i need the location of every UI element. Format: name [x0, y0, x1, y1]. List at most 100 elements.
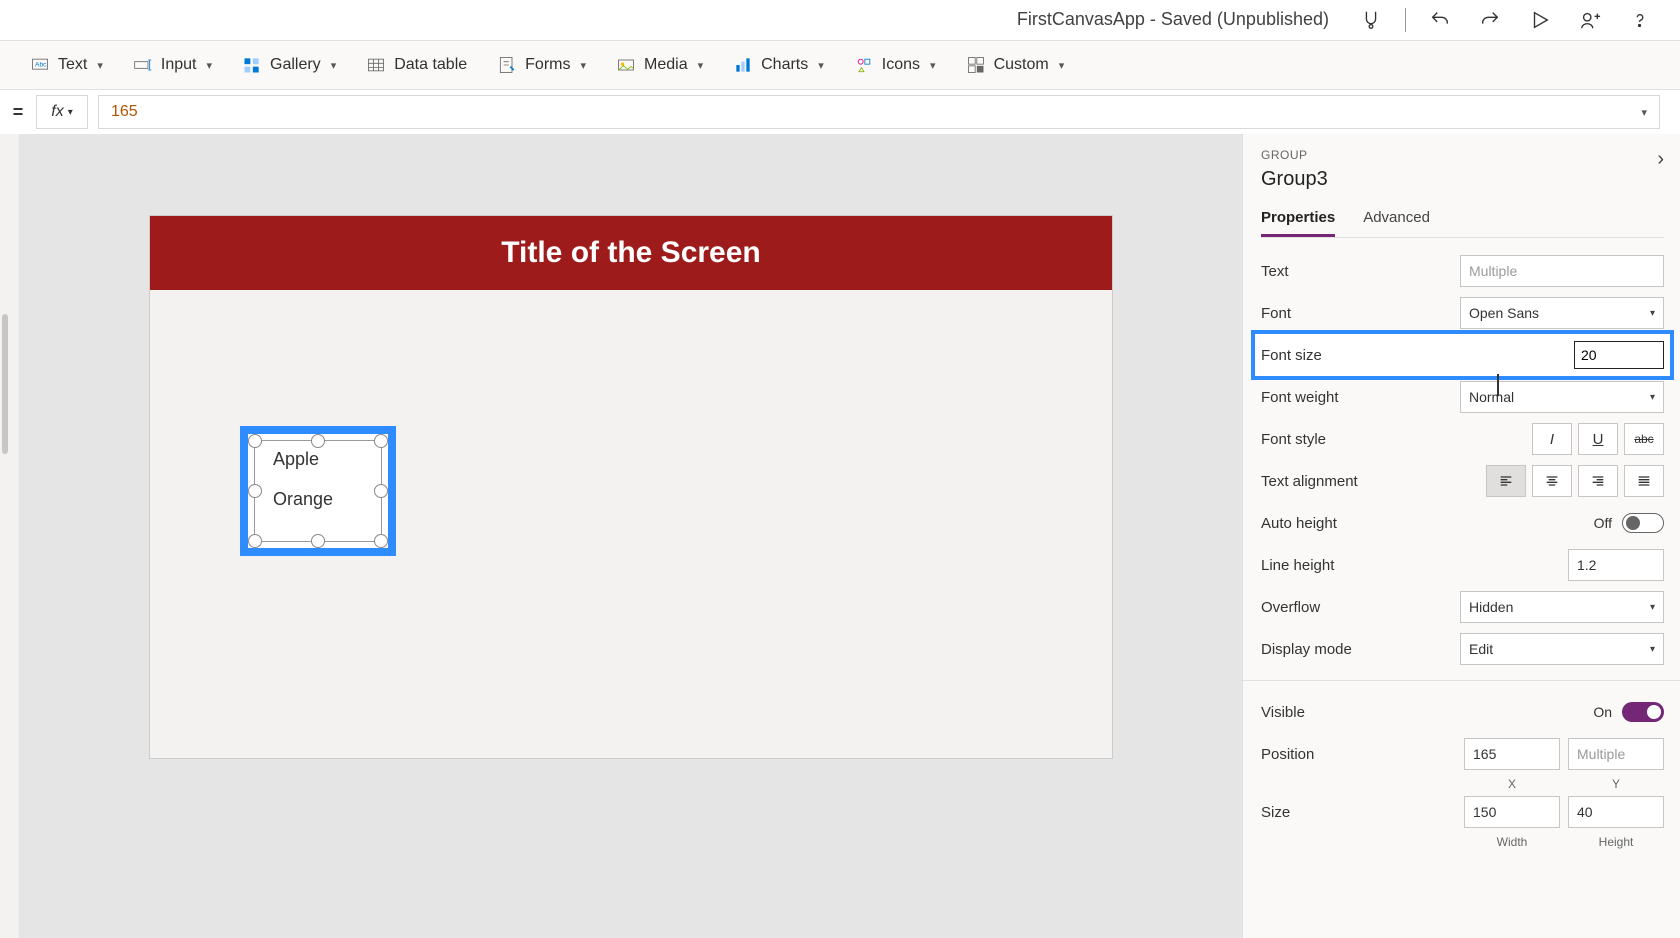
ribbon-forms[interactable]: Forms ▾ — [497, 55, 586, 75]
prop-row-position: Position 165 Multiple — [1261, 733, 1664, 775]
chevron-down-icon: ▾ — [97, 59, 103, 72]
resize-handle-ml[interactable] — [248, 484, 262, 498]
size-height-caption: Height — [1568, 835, 1664, 849]
chevron-down-icon: ▾ — [1650, 308, 1655, 319]
prop-label-size: Size — [1261, 804, 1290, 821]
ribbon-icons-label: Icons — [882, 56, 920, 74]
resize-handle-bc[interactable] — [311, 534, 325, 548]
tab-advanced[interactable]: Advanced — [1363, 209, 1430, 237]
ribbon-media[interactable]: Media ▾ — [616, 55, 703, 75]
icons-icon — [854, 55, 874, 75]
ribbon-input[interactable]: Input ▾ — [133, 55, 212, 75]
font-style-italic-button[interactable]: I — [1532, 423, 1572, 455]
properties-panel: GROUP Group3 › Properties Advanced Text … — [1242, 134, 1680, 938]
media-icon — [616, 55, 636, 75]
ribbon-gallery-label: Gallery — [270, 56, 321, 74]
font-style-strike-button[interactable]: abc — [1624, 423, 1664, 455]
ribbon-gallery[interactable]: Gallery ▾ — [242, 55, 336, 75]
visible-toggle[interactable] — [1622, 702, 1664, 722]
fx-property-selector[interactable]: fx ▾ — [36, 95, 88, 129]
chevron-down-icon: ▾ — [206, 59, 212, 72]
prop-row-overflow: Overflow Hidden ▾ — [1261, 586, 1664, 628]
prop-row-font-size: Font size — [1255, 334, 1670, 376]
separator — [1405, 8, 1406, 32]
selected-group[interactable]: Apple Orange — [240, 426, 396, 556]
panel-type-label: GROUP — [1261, 148, 1328, 162]
panel-object-name: Group3 — [1261, 168, 1328, 191]
chevron-down-icon: ▾ — [930, 59, 936, 72]
gallery-icon — [242, 55, 262, 75]
prop-label-font: Font — [1261, 305, 1291, 322]
share-icon[interactable] — [1574, 4, 1606, 36]
title-bar: FirstCanvasApp - Saved (Unpublished) — [0, 0, 1680, 40]
resize-handle-tc[interactable] — [311, 434, 325, 448]
auto-height-toggle[interactable] — [1622, 513, 1664, 533]
redo-icon[interactable] — [1474, 4, 1506, 36]
ribbon-text[interactable]: Abc Text ▾ — [30, 55, 103, 75]
position-x-input[interactable]: 165 — [1464, 738, 1560, 770]
font-style-underline-button[interactable]: U — [1578, 423, 1618, 455]
screen-title-label[interactable]: Title of the Screen — [150, 216, 1112, 290]
prop-label-position: Position — [1261, 746, 1314, 763]
selection-box: Apple Orange — [254, 440, 382, 542]
left-gutter[interactable] — [0, 134, 20, 938]
size-height-input[interactable]: 40 — [1568, 796, 1664, 828]
prop-label-text: Text — [1261, 263, 1289, 280]
ribbon-custom[interactable]: Custom ▾ — [966, 55, 1065, 75]
prop-label-text-align: Text alignment — [1261, 473, 1358, 490]
display-mode-select[interactable]: Edit ▾ — [1460, 633, 1664, 665]
resize-handle-tr[interactable] — [374, 434, 388, 448]
formula-input[interactable]: 165 ▾ — [98, 95, 1660, 129]
ribbon-charts-label: Charts — [761, 56, 808, 74]
prop-row-visible: Visible On — [1261, 691, 1664, 733]
ribbon-charts[interactable]: Charts ▾ — [733, 55, 824, 75]
align-justify-button[interactable] — [1624, 465, 1664, 497]
panel-header: GROUP Group3 › — [1261, 148, 1664, 191]
canvas-screen[interactable]: Title of the Screen Apple Orange — [150, 216, 1112, 758]
chevron-down-icon: ▾ — [68, 107, 73, 118]
resize-handle-br[interactable] — [374, 534, 388, 548]
undo-icon[interactable] — [1424, 4, 1456, 36]
prop-row-size: Size 150 40 — [1261, 791, 1664, 833]
play-preview-icon[interactable] — [1524, 4, 1556, 36]
panel-collapse-icon[interactable]: › — [1657, 148, 1664, 171]
display-mode-value: Edit — [1469, 641, 1493, 657]
app-checker-icon[interactable] — [1355, 4, 1387, 36]
panel-tabs: Properties Advanced — [1261, 209, 1664, 238]
data-table-icon — [366, 55, 386, 75]
chevron-down-icon: ▾ — [580, 59, 586, 72]
canvas-label-orange[interactable]: Orange — [273, 489, 333, 510]
help-icon[interactable] — [1624, 4, 1656, 36]
position-y-input[interactable]: Multiple — [1568, 738, 1664, 770]
ribbon-icons[interactable]: Icons ▾ — [854, 55, 936, 75]
font-weight-value: Normal — [1469, 389, 1514, 405]
prop-label-font-weight: Font weight — [1261, 389, 1339, 406]
chevron-down-icon: ▾ — [698, 59, 704, 72]
canvas-label-apple[interactable]: Apple — [273, 449, 319, 470]
font-weight-select[interactable]: Normal ▾ — [1460, 381, 1664, 413]
tab-properties[interactable]: Properties — [1261, 209, 1335, 237]
ribbon-data-table-label: Data table — [394, 56, 467, 74]
app-title: FirstCanvasApp - Saved (Unpublished) — [1017, 9, 1329, 30]
resize-handle-mr[interactable] — [374, 484, 388, 498]
canvas-area[interactable]: Title of the Screen Apple Orange — [20, 134, 1242, 938]
align-center-button[interactable] — [1532, 465, 1572, 497]
font-select[interactable]: Open Sans ▾ — [1460, 297, 1664, 329]
ribbon-bar: Abc Text ▾ Input ▾ Gallery ▾ Data table … — [0, 40, 1680, 90]
text-value-input[interactable]: Multiple — [1460, 255, 1664, 287]
ribbon-input-label: Input — [161, 56, 197, 74]
resize-handle-tl[interactable] — [248, 434, 262, 448]
formula-bar: = fx ▾ 165 ▾ — [0, 90, 1680, 134]
overflow-select[interactable]: Hidden ▾ — [1460, 591, 1664, 623]
align-right-button[interactable] — [1578, 465, 1618, 497]
ribbon-custom-label: Custom — [994, 56, 1049, 74]
fx-label: fx — [51, 103, 63, 121]
align-left-button[interactable] — [1486, 465, 1526, 497]
size-width-input[interactable]: 150 — [1464, 796, 1560, 828]
ribbon-data-table[interactable]: Data table — [366, 55, 467, 75]
prop-row-text: Text Multiple — [1261, 250, 1664, 292]
resize-handle-bl[interactable] — [248, 534, 262, 548]
chevron-down-icon: ▾ — [1641, 106, 1647, 119]
font-size-input[interactable] — [1574, 341, 1664, 369]
line-height-input[interactable]: 1.2 — [1568, 549, 1664, 581]
